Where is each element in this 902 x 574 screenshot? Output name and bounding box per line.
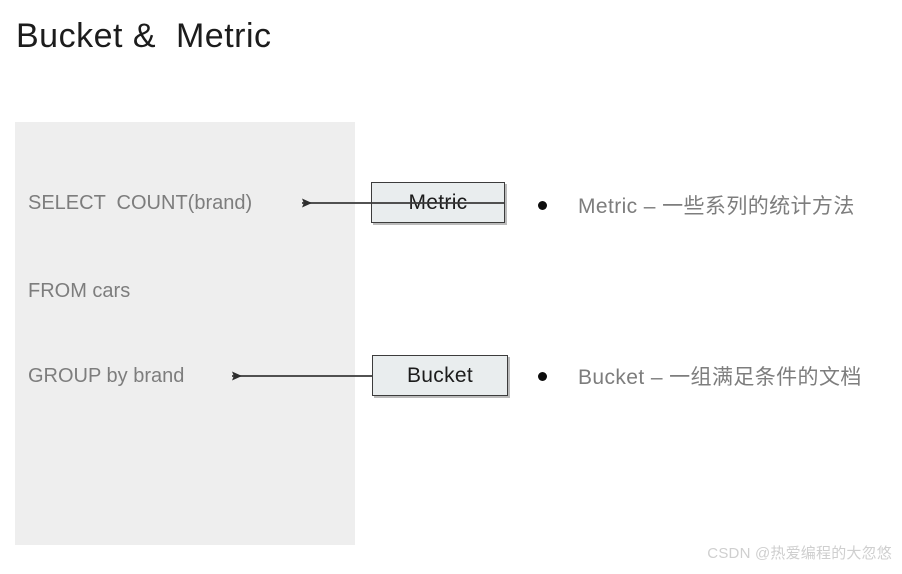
list-item-metric: Metric – 一些系列的统计方法 (534, 190, 855, 220)
list-item-bucket: Bucket – 一组满足条件的文档 (534, 361, 862, 391)
watermark: CSDN @热爱编程的大忽悠 (707, 545, 892, 562)
page-title: Bucket & Metric (16, 17, 272, 55)
list-item-label: Bucket – 一组满足条件的文档 (578, 366, 862, 389)
callout-box-metric: Metric (371, 182, 505, 223)
code-line-group: GROUP by brand (28, 365, 185, 387)
bullet-dot-icon (538, 200, 547, 210)
code-line-select: SELECT COUNT(brand) (28, 192, 253, 214)
callout-box-bucket: Bucket (372, 355, 508, 396)
bullet-dot-icon (538, 371, 547, 381)
list-item-label: Metric – 一些系列的统计方法 (578, 195, 855, 218)
slide-canvas: Bucket & Metric SELECT COUNT(brand) FROM… (0, 0, 902, 574)
code-line-from: FROM cars (28, 280, 131, 302)
code-panel: SELECT COUNT(brand) FROM cars GROUP by b… (15, 122, 355, 545)
